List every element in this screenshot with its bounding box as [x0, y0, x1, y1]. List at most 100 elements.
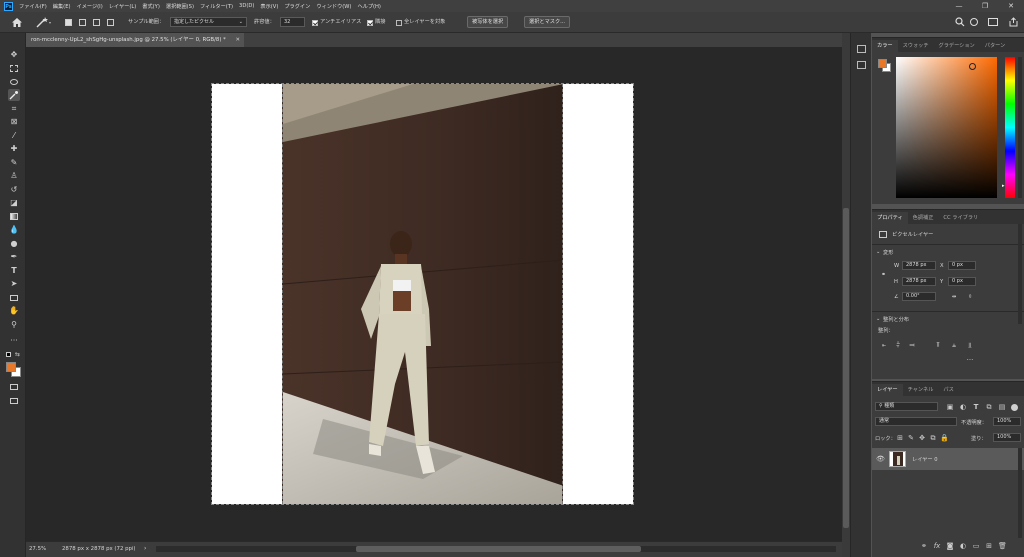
- minimize-button[interactable]: —: [946, 0, 972, 12]
- menu-help[interactable]: ヘルプ(H): [357, 3, 381, 10]
- menu-view[interactable]: 表示(V): [260, 3, 278, 10]
- adjustments-panel-icon[interactable]: [857, 61, 866, 69]
- delete-layer-icon[interactable]: 🗑: [998, 542, 1007, 550]
- blend-mode-select[interactable]: 通常: [875, 417, 957, 426]
- menu-select[interactable]: 選択範囲(S): [166, 3, 194, 10]
- align-collapse-icon[interactable]: ⌄: [876, 316, 880, 322]
- lock-all-icon[interactable]: 🔒: [940, 434, 949, 442]
- new-group-icon[interactable]: ▭: [972, 542, 980, 550]
- move-tool-icon[interactable]: ✥: [8, 49, 20, 61]
- zoom-tool-icon[interactable]: ⚲: [8, 319, 20, 331]
- flip-horizontal-icon[interactable]: ⇹: [952, 294, 956, 300]
- scrollbar-thumb[interactable]: [843, 208, 849, 528]
- filter-type-icon[interactable]: T: [972, 403, 980, 411]
- hue-slider[interactable]: ▸: [1002, 57, 1015, 198]
- menu-plugins[interactable]: プラグイン: [284, 3, 310, 10]
- tab-channels[interactable]: チャンネル: [903, 384, 939, 396]
- intersect-selection-icon[interactable]: [107, 19, 114, 26]
- tab-adjustments[interactable]: 色調補正: [908, 212, 939, 224]
- close-tab-icon[interactable]: ✕: [235, 33, 240, 47]
- swap-colors-icon[interactable]: ⇆: [15, 351, 20, 358]
- x-field[interactable]: 0 px: [948, 261, 976, 270]
- eye-visibility-icon[interactable]: 👁: [876, 455, 885, 463]
- fill-field[interactable]: 100%: [993, 433, 1021, 442]
- status-menu-chevron-icon[interactable]: ›: [144, 545, 146, 552]
- link-icon[interactable]: ⚭: [881, 271, 886, 278]
- align-left-icon[interactable]: ⫦: [880, 341, 888, 349]
- filter-toggle[interactable]: [1011, 404, 1018, 411]
- new-layer-icon[interactable]: ⊞: [985, 542, 993, 550]
- lock-position-icon[interactable]: ✥: [918, 434, 926, 442]
- photo-layer-image[interactable]: [282, 84, 563, 504]
- layer-style-icon[interactable]: fx: [933, 542, 941, 550]
- link-layers-icon[interactable]: ⚭: [920, 542, 928, 550]
- more-options-icon[interactable]: ···: [966, 356, 974, 364]
- subtract-from-selection-icon[interactable]: [93, 19, 100, 26]
- tab-swatches[interactable]: スウォッチ: [898, 40, 934, 52]
- add-mask-icon[interactable]: ◙: [946, 542, 954, 550]
- crop-tool-icon[interactable]: ⌗: [8, 103, 20, 115]
- marquee-tool-icon[interactable]: [8, 63, 20, 75]
- menu-file[interactable]: ファイル(F): [19, 3, 47, 10]
- vertical-scrollbar[interactable]: [842, 33, 850, 557]
- properties-panel-scrollbar[interactable]: [1018, 224, 1022, 324]
- default-colors-icon[interactable]: [6, 352, 11, 357]
- menu-type[interactable]: 書式(Y): [142, 3, 160, 10]
- cloud-icon[interactable]: [970, 18, 978, 26]
- gradient-tool-icon[interactable]: [8, 211, 20, 223]
- align-right-icon[interactable]: ⫤: [908, 341, 916, 349]
- lasso-tool-icon[interactable]: [8, 76, 20, 88]
- menu-edit[interactable]: 編集(E): [53, 3, 71, 10]
- dodge-tool-icon[interactable]: ●: [8, 238, 20, 250]
- menu-window[interactable]: ウィンドウ(W): [316, 3, 351, 10]
- width-field[interactable]: 2878 px: [902, 261, 936, 270]
- filter-adjustment-icon[interactable]: ◐: [959, 403, 967, 411]
- filter-smart-object-icon[interactable]: ▤: [998, 403, 1006, 411]
- horizontal-scrollbar[interactable]: [156, 546, 836, 552]
- add-to-selection-icon[interactable]: [79, 19, 86, 26]
- align-horizontal-center-icon[interactable]: ⫩: [894, 341, 902, 349]
- color-picker-field[interactable]: [896, 57, 997, 198]
- lock-image-icon[interactable]: ✎: [907, 434, 915, 442]
- brush-tool-icon[interactable]: ✎: [8, 157, 20, 169]
- align-bottom-icon[interactable]: ⫫: [966, 341, 974, 349]
- align-vertical-center-icon[interactable]: ⫨: [950, 341, 958, 349]
- pen-tool-icon[interactable]: ✒: [8, 251, 20, 263]
- healing-brush-tool-icon[interactable]: ✚: [8, 143, 20, 155]
- sample-size-select[interactable]: 指定したピクセル ⌄: [170, 17, 247, 27]
- layer-name[interactable]: レイヤー 0: [912, 456, 938, 463]
- more-tools-icon[interactable]: ···: [8, 335, 20, 347]
- select-subject-button[interactable]: 被写体を選択: [467, 16, 509, 28]
- search-icon[interactable]: [955, 17, 965, 27]
- antialias-checkbox[interactable]: [312, 20, 318, 26]
- hue-slider-handle[interactable]: ▸: [1002, 183, 1005, 189]
- tab-color[interactable]: カラー: [872, 40, 898, 52]
- foreground-color-swatch[interactable]: [6, 362, 16, 372]
- tab-paths[interactable]: パス: [938, 384, 958, 396]
- tolerance-input[interactable]: 32: [280, 17, 305, 27]
- y-field[interactable]: 0 px: [948, 277, 976, 286]
- magic-wand-tool-icon[interactable]: [8, 89, 20, 101]
- workspace-icon[interactable]: [988, 18, 998, 26]
- layer-row[interactable]: 👁 レイヤー 0: [872, 448, 1024, 470]
- all-layers-checkbox[interactable]: [396, 20, 402, 26]
- opacity-field[interactable]: 100%: [993, 417, 1021, 426]
- home-icon[interactable]: [11, 17, 23, 28]
- quick-mask-icon[interactable]: [8, 381, 20, 393]
- eyedropper-tool-icon[interactable]: ⁄: [8, 130, 20, 142]
- screen-mode-icon[interactable]: [8, 395, 20, 407]
- tab-properties[interactable]: プロパティ: [872, 212, 908, 224]
- angle-field[interactable]: 0.00°: [902, 292, 936, 301]
- document-tab[interactable]: ron-mcclenny-UpL2_shSgHg-unsplash.jpg @ …: [26, 33, 244, 47]
- layers-panel-scrollbar[interactable]: [1018, 448, 1022, 538]
- tab-gradients[interactable]: グラデーション: [934, 40, 980, 52]
- menu-layer[interactable]: レイヤー(L): [109, 3, 137, 10]
- history-panel-icon[interactable]: [857, 45, 866, 53]
- tab-patterns[interactable]: パターン: [980, 40, 1011, 52]
- height-field[interactable]: 2878 px: [902, 277, 936, 286]
- close-button[interactable]: ✕: [998, 0, 1024, 12]
- lock-transparent-icon[interactable]: ⊞: [896, 434, 904, 442]
- layer-filter-select[interactable]: ⚲ 種類: [875, 402, 938, 411]
- menu-3d[interactable]: 3D(D): [239, 3, 254, 9]
- align-top-icon[interactable]: ⫪: [934, 341, 942, 349]
